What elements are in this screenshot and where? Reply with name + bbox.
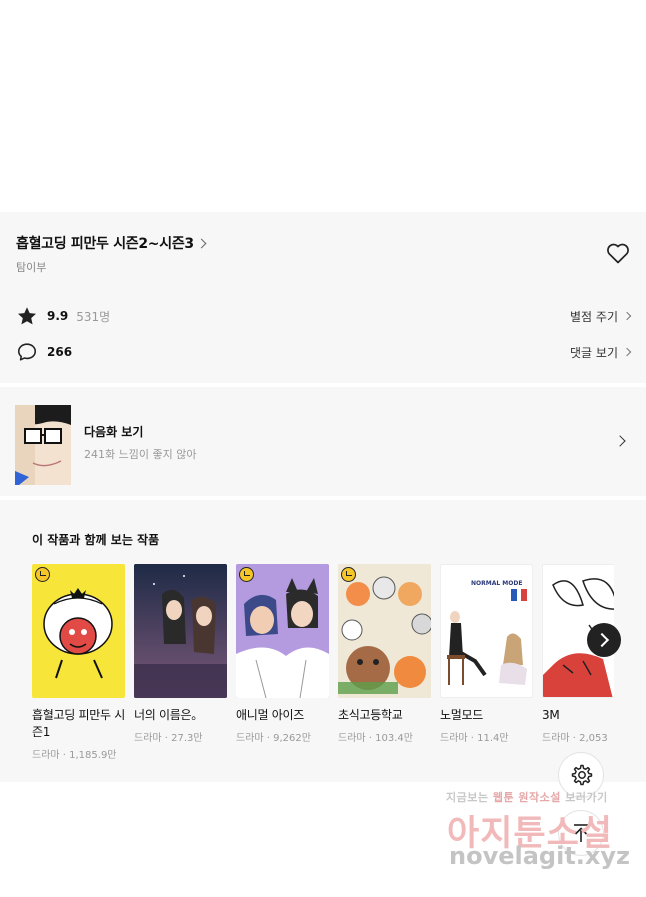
card-title: 노멀모드: [440, 708, 483, 722]
watermark-url: novelagit.xyz: [449, 842, 631, 870]
comments-button-label: 댓글 보기: [570, 345, 618, 360]
card-title: 초식고등학교: [338, 708, 403, 722]
clock-badge-icon: [239, 567, 254, 582]
rating-count: 531명: [76, 309, 111, 324]
gear-icon: [571, 764, 593, 786]
top-blank-area: [0, 0, 646, 212]
chevron-right-icon: [196, 238, 207, 248]
recommendation-card[interactable]: NORMAL MODE 노멀모드 드라마 · 11.4만: [440, 564, 533, 761]
cover-image: [338, 564, 431, 698]
card-meta: 드라마 · 2,053: [542, 733, 608, 744]
recommendation-card[interactable]: 애니멀 아이즈 드라마 · 9,262만: [236, 564, 329, 761]
cover-image: NORMAL MODE: [440, 564, 533, 698]
recommendation-carousel: 흡혈고딩 피만두 시즌1 드라마 · 1,185.9만 너의 이름은。 드라마 …: [32, 564, 614, 761]
card-title: 애니멀 아이즈: [236, 708, 304, 722]
rating-row: 9.9 531명 별점 주기: [16, 305, 632, 327]
recommendation-card[interactable]: 3M 드라마 · 2,053: [542, 564, 614, 761]
rate-button[interactable]: 별점 주기: [570, 308, 632, 325]
recommendation-title: 이 작품과 함께 보는 작품: [32, 533, 160, 547]
watermark-tagline-d: 보러가기: [565, 791, 608, 804]
recommendation-card[interactable]: 너의 이름은。 드라마 · 27.3만: [134, 564, 227, 761]
comment-row: 266 댓글 보기: [16, 341, 632, 363]
rating-score: 9.9: [47, 309, 69, 323]
cover-image: [32, 564, 125, 698]
card-meta: 드라마 · 11.4만: [440, 733, 509, 744]
carousel-next-button[interactable]: [587, 623, 621, 657]
card-title: 흡혈고딩 피만두 시즌1: [32, 708, 125, 739]
watermark-tagline-c: 원작소설: [518, 791, 561, 804]
watermark-tagline: 지금보는 웹툰 원작소설 보러가기: [446, 789, 608, 805]
card-title: 너의 이름은。: [134, 708, 203, 722]
normal-mode-logo: NORMAL MODE: [471, 580, 522, 587]
comment-count: 266: [47, 345, 73, 359]
work-author[interactable]: 탐이부: [16, 259, 46, 275]
card-meta: 드라마 · 103.4만: [338, 733, 413, 744]
cover-image: [134, 564, 227, 698]
star-icon: [16, 305, 38, 327]
next-episode-card[interactable]: [0, 387, 646, 496]
card-meta: 드라마 · 27.3만: [134, 733, 203, 744]
chevron-right-icon: [622, 347, 632, 357]
next-episode-title: 다음화 보기: [84, 425, 144, 439]
heart-icon[interactable]: [606, 242, 630, 264]
chevron-right-icon: [622, 311, 632, 321]
next-episode-subtitle: 241화 느낌이 좋지 않아: [84, 448, 197, 461]
card-meta: 드라마 · 1,185.9만: [32, 750, 117, 761]
work-title: 흡혈고딩 피만두 시즌2~시즌3: [16, 236, 194, 252]
watermark-tagline-b: 웹툰: [492, 791, 515, 804]
clock-badge-icon: [341, 567, 356, 582]
comments-button[interactable]: 댓글 보기: [570, 344, 632, 361]
card-title: 3M: [542, 708, 560, 722]
rate-button-label: 별점 주기: [570, 309, 618, 324]
work-title-link[interactable]: 흡혈고딩 피만두 시즌2~시즌3: [16, 233, 207, 253]
watermark-tagline-a: 지금보는: [446, 791, 489, 804]
recommendation-card[interactable]: 초식고등학교 드라마 · 103.4만: [338, 564, 431, 761]
clock-badge-icon: [35, 567, 50, 582]
recommendation-card[interactable]: 흡혈고딩 피만두 시즌1 드라마 · 1,185.9만: [32, 564, 125, 761]
cover-image: [236, 564, 329, 698]
comment-icon: [16, 341, 38, 363]
next-episode-thumbnail: [15, 405, 71, 485]
card-meta: 드라마 · 9,262만: [236, 733, 311, 744]
